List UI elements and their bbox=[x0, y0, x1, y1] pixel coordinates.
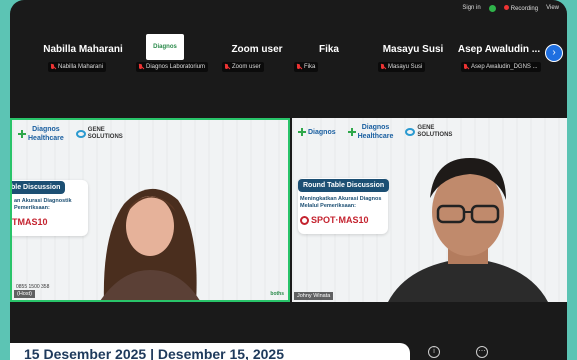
participant-tag-label: Fika bbox=[304, 64, 316, 70]
brand-sub: Healthcare bbox=[357, 133, 394, 140]
spotmas-logo: SPOT·MAS10 bbox=[300, 215, 369, 225]
date-ticker: 15 Desember 2025 | Desember 15, 2025 bbox=[10, 343, 410, 360]
mic-muted-icon bbox=[138, 64, 144, 70]
diagnos-wordmark: Diagnos Healthcare bbox=[358, 124, 394, 140]
sign-in-link[interactable]: Sign in bbox=[462, 5, 480, 11]
video-left[interactable]: Diagnos Healthcare GENE SOLUTIONS ble Dis… bbox=[10, 118, 290, 302]
spotmas-icon bbox=[300, 215, 309, 225]
brand-logos: Diagnos Healthcare GENE SOLUTIONS bbox=[18, 126, 123, 142]
brand-sub: Healthcare bbox=[28, 135, 64, 142]
participant-tile[interactable]: Nabilla Maharani Nabilla Maharani bbox=[42, 38, 124, 78]
info-icon[interactable]: i bbox=[428, 346, 440, 358]
gene-solutions-icon bbox=[405, 128, 416, 136]
participant-tag: Masayu Susi bbox=[378, 62, 426, 72]
spotmas-logo: TMAS10 bbox=[12, 217, 48, 227]
diagnos-healthcare-logo: Diagnos Healthcare bbox=[18, 126, 64, 142]
diagnos-wordmark: Diagnos Healthcare bbox=[28, 126, 64, 142]
speaker-man bbox=[388, 158, 548, 302]
diagnos-plus-icon bbox=[18, 130, 26, 138]
diagnos-logo: Diagnos bbox=[298, 128, 336, 136]
diagnos-healthcare-logo: Diagnos Healthcare bbox=[347, 124, 394, 140]
chevron-right-icon[interactable]: › bbox=[545, 44, 563, 62]
view-button[interactable]: View bbox=[546, 5, 559, 11]
mic-muted-icon bbox=[380, 64, 386, 70]
top-status-bar: Sign in Recording View bbox=[462, 2, 559, 14]
record-dot-icon bbox=[503, 4, 509, 10]
mic-muted-icon bbox=[463, 64, 469, 70]
gene-solutions-label: GENE SOLUTIONS bbox=[87, 127, 123, 140]
participant-name: Asep Awaludin ... bbox=[457, 44, 541, 55]
diagnos-plus-icon bbox=[347, 128, 356, 136]
participant-tile[interactable]: Asep Awaludin ... Asep Awaludin_DGNS ... bbox=[455, 38, 543, 78]
mic-muted-icon bbox=[224, 64, 230, 70]
video-name-label: Johny Winata bbox=[294, 292, 334, 300]
bottom-toolbar: i ⋯ bbox=[428, 346, 488, 358]
participant-tag-label: Masayu Susi bbox=[388, 64, 423, 70]
gene-solutions-logo: GENE SOLUTIONS bbox=[75, 127, 123, 141]
participant-tag: Nabilla Maharani bbox=[48, 62, 107, 72]
discussion-subtitle-1: Meningkatkan Akurasi Diagnos bbox=[300, 196, 382, 202]
corner-logo: boths bbox=[270, 291, 284, 297]
speaker-woman bbox=[100, 188, 200, 300]
participant-tag: Fika bbox=[294, 62, 319, 72]
participant-tile[interactable]: Masayu Susi Masayu Susi bbox=[372, 38, 454, 78]
discussion-subtitle-1: an Akurasi Diagnostik bbox=[14, 198, 72, 204]
participant-name: Fika bbox=[318, 44, 339, 55]
recording-label: Recording bbox=[510, 5, 539, 12]
participant-tag: Diagnos Laboratorium bbox=[136, 62, 209, 72]
recording-indicator: Recording bbox=[503, 4, 539, 12]
participant-name: Nabilla Maharani bbox=[43, 44, 123, 55]
brand-name: Diagnos bbox=[308, 128, 336, 136]
product-name: SPOT·MAS10 bbox=[311, 215, 369, 225]
participant-tag-label: Nabilla Maharani bbox=[58, 64, 104, 70]
discussion-title: ble Discussion bbox=[12, 181, 66, 194]
participant-tile[interactable]: Zoom user Zoom user bbox=[216, 38, 298, 78]
participant-name: Masayu Susi bbox=[382, 44, 444, 55]
participant-tag-label: Zoom user bbox=[232, 64, 261, 70]
brand-name: Diagnos bbox=[361, 124, 390, 131]
mic-muted-icon bbox=[50, 64, 56, 70]
brand-name: Diagnos bbox=[32, 126, 60, 133]
participant-tile[interactable]: Diagnos Diagnos Laboratorium bbox=[130, 34, 212, 78]
participant-tag: Zoom user bbox=[222, 62, 264, 72]
participant-tag: Asep Awaludin_DGNS ... bbox=[461, 62, 541, 72]
more-icon[interactable]: ⋯ bbox=[476, 346, 488, 358]
zoom-window: Sign in Recording View Nabilla Maharani … bbox=[10, 0, 567, 360]
product-name: TMAS10 bbox=[12, 217, 48, 227]
video-name-label: (Host) bbox=[14, 290, 35, 298]
discussion-subtitle-2: Melalui Pemeriksaan: bbox=[300, 203, 356, 209]
video-right[interactable]: Diagnos Diagnos Healthcare GENE SOLUTIONS… bbox=[292, 118, 567, 302]
diagnos-plus-icon bbox=[298, 128, 306, 136]
participant-name: Zoom user bbox=[231, 44, 283, 55]
participant-tag-label: Diagnos Laboratorium bbox=[146, 64, 206, 70]
gene-solutions-logo: GENE SOLUTIONS bbox=[405, 125, 453, 139]
mic-muted-icon bbox=[296, 64, 302, 70]
participant-avatar: Diagnos bbox=[146, 34, 184, 60]
participant-tile[interactable]: Fika Fika bbox=[288, 38, 370, 78]
discussion-subtitle-2: Pemeriksaan: bbox=[14, 205, 50, 211]
gene-solutions-icon bbox=[75, 130, 86, 138]
gene-solutions-label: GENE SOLUTIONS bbox=[417, 125, 453, 138]
participant-strip: Nabilla Maharani Nabilla Maharani Diagno… bbox=[10, 34, 567, 80]
discussion-title: Round Table Discussion bbox=[298, 179, 390, 192]
participant-tag-label: Asep Awaludin_DGNS ... bbox=[471, 64, 538, 70]
avatar-logo-text: Diagnos bbox=[153, 44, 177, 50]
brand-logos: Diagnos Diagnos Healthcare GENE SOLUTIONS bbox=[298, 124, 453, 140]
shield-icon bbox=[488, 4, 496, 12]
